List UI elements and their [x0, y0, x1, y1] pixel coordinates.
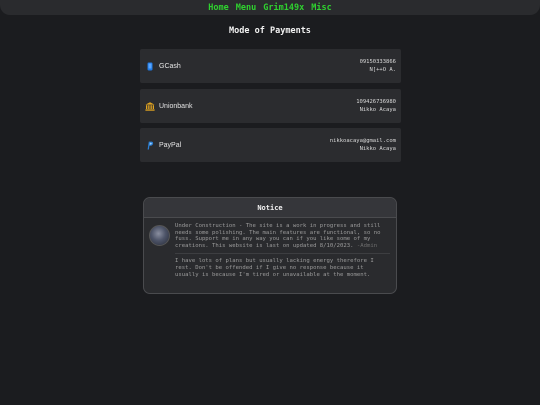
payment-name: GCash — [159, 62, 181, 70]
payment-card-paypal: PayPal nikkoacaya@gmail.com Nikko Acaya — [140, 128, 401, 162]
payment-account-email: nikkoacaya@gmail.com — [329, 138, 396, 144]
payment-name: Unionbank — [159, 102, 193, 110]
nav-link-misc[interactable]: Misc — [311, 3, 331, 13]
paypal-icon — [145, 140, 155, 150]
notice-paragraph-construction: Under Construction - The site is a work … — [175, 223, 390, 249]
payment-account-name: N[++O A. — [369, 67, 397, 73]
payment-account-name: Nikko Acaya — [359, 107, 396, 113]
notice-signature: -Admin — [356, 242, 378, 249]
payment-account-number: 109426736980 — [356, 99, 396, 105]
notice-panel: Notice Under Construction - The site is … — [143, 197, 397, 294]
notice-divider — [175, 253, 390, 255]
payment-card-unionbank: Unionbank 109426736980 Nikko Acaya — [140, 89, 401, 123]
bank-icon — [145, 101, 155, 111]
payment-card-gcash: GCash 09150333866 N[++O A. — [140, 49, 401, 83]
wallet-icon — [145, 61, 155, 71]
nav-link-menu[interactable]: Menu — [236, 3, 256, 13]
page-title: Mode of Payments — [229, 26, 311, 36]
notice-paragraph-plans: I have lots of plans but usually lacking… — [175, 258, 374, 278]
notice-title: Notice — [144, 198, 396, 218]
top-nav-bar: Home Menu Grim149x Misc — [0, 0, 540, 15]
nav-link-home[interactable]: Home — [208, 3, 228, 13]
payment-account-name: Nikko Acaya — [359, 146, 396, 152]
payment-account-number: 09150333866 — [359, 59, 396, 65]
payment-name: PayPal — [159, 141, 182, 149]
notice-text: Under Construction - The site is a work … — [175, 223, 381, 249]
nav-link-grim149x[interactable]: Grim149x — [263, 3, 304, 13]
